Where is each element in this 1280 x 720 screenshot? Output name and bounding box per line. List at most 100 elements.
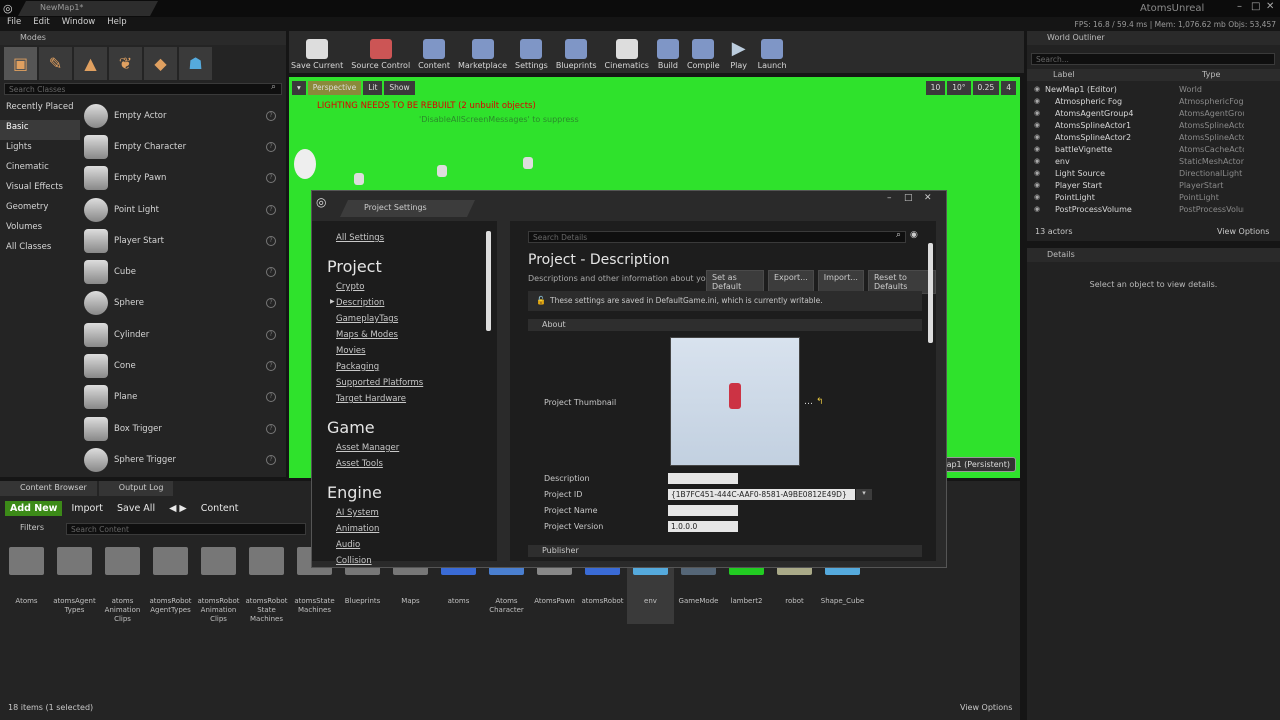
help-icon[interactable]: ? — [266, 423, 276, 434]
project-id-field[interactable]: {1B7FC451-444C-AAF0-8581-A9BE0812E49D} — [668, 489, 855, 500]
menu-file[interactable]: File — [7, 17, 21, 31]
actor-row[interactable]: ◉ battleVignette AtomsCacheActor — [1029, 143, 1277, 155]
project-name-field[interactable] — [668, 505, 738, 516]
content-view-options[interactable]: View Options — [960, 703, 1012, 712]
place-mode-icon[interactable]: ▣ — [4, 47, 37, 80]
agent-figure[interactable] — [354, 173, 364, 185]
actor-row[interactable]: ◉ env StaticMeshActor — [1029, 155, 1277, 167]
category-item[interactable]: Geometry — [0, 200, 80, 220]
category-item[interactable]: Visual Effects — [0, 180, 80, 200]
nav-link[interactable]: Packaging — [312, 362, 497, 378]
close-icon[interactable]: ✕ — [924, 193, 932, 203]
foliage-mode-icon[interactable]: ❦ — [109, 47, 142, 80]
grid-snap-value[interactable]: 10 — [925, 81, 946, 95]
eye-icon[interactable]: ◉ — [1029, 121, 1045, 129]
menu-edit[interactable]: Edit — [33, 17, 49, 31]
column-type[interactable]: Type — [1202, 70, 1220, 79]
help-icon[interactable]: ? — [266, 329, 276, 340]
maximize-icon[interactable]: □ — [1251, 1, 1260, 12]
project-settings-tab[interactable]: Project Settings — [340, 200, 475, 217]
minimize-icon[interactable]: – — [887, 193, 892, 203]
marketplace-button[interactable]: Marketplace — [458, 31, 507, 73]
menu-window[interactable]: Window — [62, 17, 96, 31]
nav-link[interactable]: Target Hardware — [312, 394, 497, 410]
nav-link-selected[interactable]: Description — [312, 298, 497, 314]
class-item[interactable]: Empty Actor? — [82, 100, 276, 131]
eye-icon[interactable]: ◉ — [1029, 97, 1045, 105]
help-icon[interactable]: ? — [266, 361, 276, 372]
nav-link[interactable]: Animation — [312, 524, 497, 540]
actor-row[interactable]: ◉ AtomsSplineActor2 AtomsSplineActor — [1029, 131, 1277, 143]
column-label[interactable]: Label — [1053, 70, 1075, 79]
description-field[interactable] — [668, 473, 738, 484]
tab-output-log[interactable]: Output Log — [98, 481, 174, 496]
settings-button[interactable]: Settings — [515, 31, 548, 73]
reset-arrow-icon[interactable]: ↰ — [816, 397, 824, 407]
actor-row[interactable]: ◉ Player Start PlayerStart — [1029, 179, 1277, 191]
eye-icon[interactable]: ◉ — [1029, 169, 1045, 177]
eye-icon[interactable]: ◉ — [1029, 109, 1045, 117]
actor-row[interactable]: ◉ Light Source DirectionalLight — [1029, 167, 1277, 179]
help-icon[interactable]: ? — [266, 454, 276, 465]
nav-link[interactable]: Supported Platforms — [312, 378, 497, 394]
camera-speed-value[interactable]: 4 — [1001, 81, 1016, 95]
class-search-input[interactable]: Search Classes — [4, 83, 282, 95]
compile-button[interactable]: Compile — [687, 31, 720, 73]
outliner-search-input[interactable]: Search... — [1031, 53, 1275, 65]
nav-link[interactable]: GameplayTags — [312, 314, 497, 330]
cinematics-button[interactable]: Cinematics — [605, 31, 649, 73]
class-item[interactable]: Empty Pawn? — [82, 163, 276, 194]
eye-icon[interactable]: ◉ — [1029, 157, 1045, 165]
asset-tile[interactable]: atomsAgent Types — [51, 547, 98, 624]
geometry-mode-icon[interactable]: ◆ — [144, 47, 177, 80]
nav-link[interactable]: AI System — [312, 508, 497, 524]
eye-icon[interactable]: ◉ — [1029, 181, 1045, 189]
category-item[interactable]: Volumes — [0, 220, 80, 240]
build-button[interactable]: Build — [656, 31, 679, 73]
blueprints-button[interactable]: Blueprints — [556, 31, 597, 73]
paint-mode-icon[interactable]: ✎ — [39, 47, 72, 80]
browse-icon[interactable]: … — [804, 397, 813, 407]
nav-link[interactable]: Crypto — [312, 282, 497, 298]
import-button[interactable]: Import — [66, 501, 108, 516]
launch-button[interactable]: Launch — [758, 31, 787, 73]
nav-link[interactable]: Maps & Modes — [312, 330, 497, 346]
back-icon[interactable]: ◀ ▶ — [164, 501, 192, 516]
class-item[interactable]: Empty Character? — [82, 131, 276, 162]
character-mode-icon[interactable]: ☗ — [179, 47, 212, 80]
help-icon[interactable]: ? — [266, 204, 276, 215]
help-icon[interactable]: ? — [266, 235, 276, 246]
close-icon[interactable]: ✕ — [1266, 1, 1274, 12]
content-scrollbar[interactable] — [928, 243, 933, 343]
eye-icon[interactable]: ◉ — [1029, 133, 1045, 141]
asset-tile[interactable]: atomsRobot AgentTypes — [147, 547, 194, 624]
actor-row[interactable]: ◉ NewMap1 (Editor) World — [1029, 83, 1277, 95]
help-icon[interactable]: ? — [266, 267, 276, 278]
class-item[interactable]: Sphere? — [82, 288, 276, 319]
content-search-input[interactable]: Search Content — [66, 523, 306, 535]
eye-icon[interactable]: ◉ — [1029, 145, 1045, 153]
nav-scrollbar[interactable] — [486, 231, 491, 331]
about-section[interactable]: About — [528, 319, 922, 331]
class-item[interactable]: Cube? — [82, 256, 276, 287]
help-icon[interactable]: ? — [266, 110, 276, 121]
class-item[interactable]: Cone? — [82, 350, 276, 381]
chevron-down-icon[interactable]: ▾ — [856, 489, 872, 500]
nav-link[interactable]: Asset Manager — [312, 443, 497, 459]
tab-content-browser[interactable]: Content Browser — [0, 481, 97, 496]
actor-row[interactable]: ◉ AtomsAgentGroup4 AtomsAgentGroup — [1029, 107, 1277, 119]
category-item[interactable]: Lights — [0, 140, 80, 160]
class-item[interactable]: Point Light? — [82, 194, 276, 225]
eye-icon[interactable]: ◉ — [910, 230, 918, 240]
menu-help[interactable]: Help — [107, 17, 126, 31]
project-version-field[interactable]: 1.0.0.0 — [668, 521, 738, 532]
path-content[interactable]: Content — [196, 501, 244, 516]
project-thumbnail[interactable] — [670, 337, 800, 466]
help-icon[interactable]: ? — [266, 298, 276, 309]
category-item[interactable]: Cinematic — [0, 160, 80, 180]
asset-tile[interactable]: atoms Animation Clips — [99, 547, 146, 624]
class-item[interactable]: Sphere Trigger? — [82, 444, 276, 475]
agent-figure[interactable] — [523, 157, 533, 169]
show-button[interactable]: Show — [384, 81, 415, 95]
actor-row[interactable]: ◉ PostProcessVolume PostProcessVolume — [1029, 203, 1277, 215]
